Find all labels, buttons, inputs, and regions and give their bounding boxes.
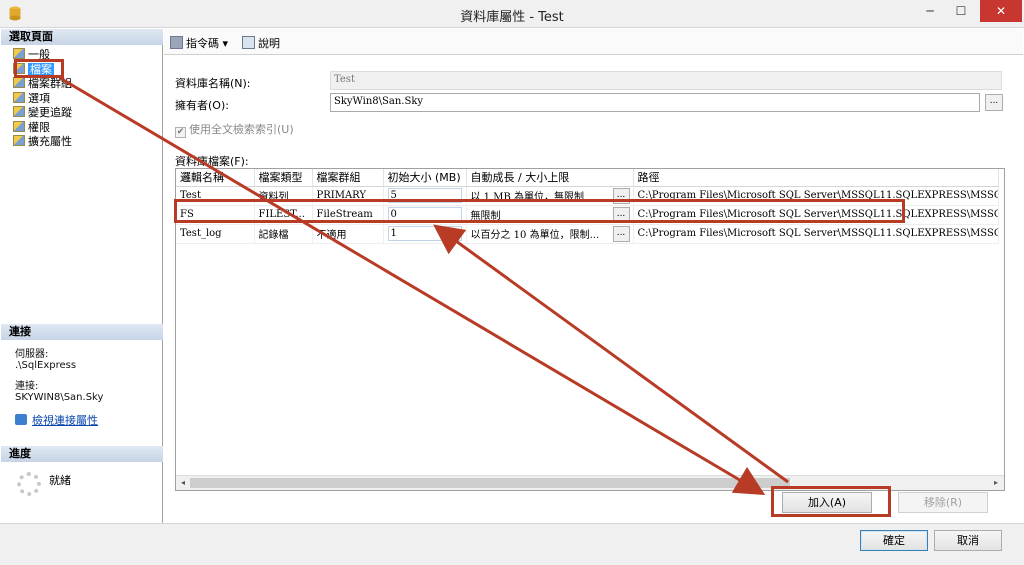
toolbar: 指令碼 ▾ 說明 — [164, 29, 1023, 55]
page-icon — [13, 120, 25, 132]
table-cell-size[interactable]: 1 — [383, 224, 467, 244]
column-header[interactable]: 初始大小 (MB) — [383, 169, 467, 187]
minimize-button[interactable]: ─ — [915, 0, 945, 22]
script-label: 指令碼 — [186, 37, 219, 50]
page-item-label: 權限 — [28, 120, 50, 134]
server-value: .\SqlExpress — [15, 360, 77, 371]
server-label: 伺服器: — [15, 349, 49, 360]
select-page-header: 選取頁面 — [1, 29, 163, 45]
page-icon — [13, 91, 25, 103]
page-item-label: 擴充屬性 — [28, 135, 72, 148]
connection-value: SKYWIN8\San.Sky — [15, 392, 104, 403]
progress-header: 進度 — [1, 446, 163, 462]
growth-value: 以百分之 10 為單位，限制... — [470, 230, 600, 241]
db-files-label: 資料庫檔案(F): — [175, 155, 249, 168]
column-header[interactable]: 路徑 — [633, 169, 999, 187]
dialog-button-bar: 確定 取消 — [0, 523, 1024, 565]
table-cell-type: 記錄檔 — [254, 224, 313, 244]
table-cell-path: C:\Program Files\Microsoft SQL Server\MS… — [633, 224, 999, 244]
table-cell-growth: 以百分之 10 為單位，限制...... — [466, 224, 634, 244]
fulltext-checkbox: ✔ 使用全文檢索索引(U) — [175, 121, 294, 138]
growth-browse-button[interactable]: ... — [612, 225, 630, 242]
connection-header: 連接 — [1, 324, 163, 340]
owner-browse-button[interactable]: ... — [985, 94, 1003, 111]
page-item[interactable]: 選項 — [13, 91, 50, 106]
db-name-label: 資料庫名稱(N): — [175, 77, 251, 90]
left-pane: 選取頁面 一般 檔案 檔案群組 選項 變更追蹤 權限 擴充屬性 連接 伺服器: .\SqlE… — [1, 29, 163, 523]
column-header[interactable]: 檔案群組 — [312, 169, 384, 187]
db-name-field: Test — [330, 71, 1002, 90]
page-icon — [13, 77, 25, 88]
page-item-label: 檔案群組 — [28, 77, 72, 90]
page-item[interactable]: 權限 — [13, 120, 50, 135]
page-item-label: 變更追蹤 — [28, 106, 72, 119]
annotation-box-add-button — [771, 486, 891, 517]
script-icon — [170, 36, 183, 49]
table-cell-group: 不適用 — [312, 224, 384, 244]
annotation-box-files-page — [14, 59, 64, 78]
title-bar: 資料庫屬性 - Test ─ ☐ ✕ — [0, 0, 1024, 28]
view-connection-properties-link[interactable]: 檢視連接屬性 — [15, 412, 98, 428]
cancel-button[interactable]: 取消 — [934, 530, 1002, 551]
maximize-button[interactable]: ☐ — [946, 0, 976, 22]
scroll-thumb[interactable] — [190, 478, 790, 488]
page-item[interactable]: 變更追蹤 — [13, 106, 72, 120]
column-header[interactable]: 檔案類型 — [254, 169, 313, 187]
page-icon — [13, 135, 25, 146]
table-header-row: 邏輯名稱 檔案類型 檔案群組 初始大小 (MB) 自動成長 / 大小上限 路徑 — [176, 169, 999, 187]
size-value[interactable]: 1 — [387, 226, 462, 241]
view-connection-link-label: 檢視連接屬性 — [32, 414, 98, 427]
progress-spinner-icon — [17, 472, 41, 496]
checkmark-icon: ✔ — [175, 127, 186, 138]
ok-button[interactable]: 確定 — [860, 530, 928, 551]
page-item[interactable]: 檔案群組 — [13, 77, 72, 91]
page-item-label: 選項 — [28, 91, 50, 105]
script-button[interactable]: 指令碼 ▾ — [170, 35, 228, 51]
remove-button[interactable]: 移除(R) — [898, 492, 988, 513]
table-row[interactable]: Test_log 記錄檔 不適用 1 以百分之 10 為單位，限制...... C:\Pr… — [176, 224, 999, 244]
fulltext-label: 使用全文檢索索引(U) — [189, 123, 294, 136]
column-header[interactable]: 自動成長 / 大小上限 — [466, 169, 634, 187]
close-button[interactable]: ✕ — [980, 0, 1022, 22]
window-title: 資料庫屬性 - Test — [460, 10, 564, 25]
annotation-box-fs-row — [174, 199, 905, 223]
chevron-down-icon[interactable]: ▾ — [223, 37, 229, 50]
connection-properties-icon — [15, 414, 27, 425]
owner-field[interactable]: SkyWin8\San.Sky — [330, 93, 980, 112]
column-header[interactable]: 邏輯名稱 — [176, 169, 255, 187]
page-item[interactable]: 擴充屬性 — [13, 135, 72, 149]
owner-label: 擁有者(O): — [175, 99, 229, 112]
help-label: 說明 — [258, 37, 280, 50]
page-icon — [13, 106, 25, 117]
table-cell-logical[interactable]: Test_log — [176, 224, 255, 244]
help-icon — [242, 36, 255, 49]
progress-status: 就緒 — [49, 474, 71, 487]
scroll-right-icon[interactable]: ▸ — [990, 477, 1002, 489]
page-icon — [13, 48, 25, 59]
connection-label: 連接: — [15, 381, 39, 392]
help-button[interactable]: 說明 — [242, 35, 280, 51]
main-pane: 指令碼 ▾ 說明 資料庫名稱(N): Test 擁有者(O): SkyWin8\… — [164, 29, 1023, 523]
scroll-left-icon[interactable]: ◂ — [177, 477, 189, 489]
